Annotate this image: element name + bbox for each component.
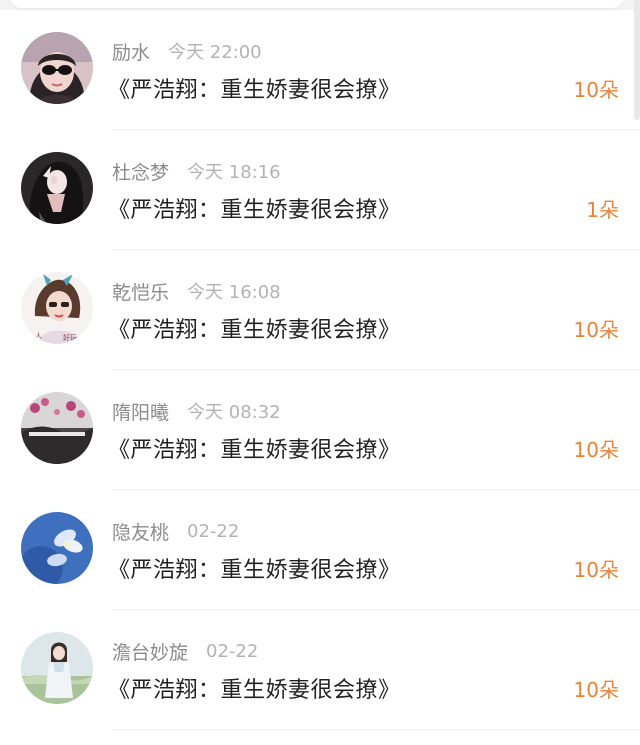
avatar[interactable] [21,632,93,704]
avatar[interactable] [21,32,93,104]
username[interactable]: 隋阳曦 [112,398,169,425]
avatar-blue-flower-icon [21,512,93,584]
book-title[interactable]: 《严浩翔：重生娇妻很会撩》 [108,312,401,344]
avatar[interactable] [21,512,93,584]
username[interactable]: 杜念梦 [112,158,169,185]
meta-line: 澹台妙旋 02-22 [112,638,258,664]
gift-amount: 10朵 [573,438,619,462]
gift-amount: 10朵 [573,318,619,342]
meta-line: 隋阳曦 今天 08:32 [112,398,281,424]
avatar[interactable]: 好玩 人 [21,272,93,344]
book-title[interactable]: 《严浩翔：重生娇妻很会撩》 [108,432,401,464]
book-title[interactable]: 《严浩翔：重生娇妻很会撩》 [108,552,401,584]
avatar-bow-girl-icon: 好玩 人 [21,272,93,344]
meta-line: 隐友桃 02-22 [112,518,239,544]
timestamp: 今天 22:00 [168,42,262,63]
list-item[interactable]: 励水 今天 22:00 《严浩翔：重生娇妻很会撩》 10朵 [0,10,640,130]
username[interactable]: 乾恺乐 [112,278,169,305]
list-item[interactable]: 好玩 人 乾恺乐 今天 16:08 《严浩翔：重生娇妻很会撩》 10朵 [0,250,640,370]
gift-list: 励水 今天 22:00 《严浩翔：重生娇妻很会撩》 10朵 杜念梦 今天 18:… [0,10,640,730]
svg-text:好玩: 好玩 [63,333,77,342]
list-item[interactable]: 杜念梦 今天 18:16 《严浩翔：重生娇妻很会撩》 1朵 [0,130,640,250]
meta-line: 乾恺乐 今天 16:08 [112,278,281,304]
username[interactable]: 澹台妙旋 [112,638,188,665]
list-item[interactable]: 隐友桃 02-22 《严浩翔：重生娇妻很会撩》 10朵 [0,490,640,610]
top-card [10,0,624,8]
avatar-sunglasses-girl-icon [21,32,93,104]
top-card-edge [0,0,640,10]
timestamp: 今天 18:16 [187,162,281,183]
book-title[interactable]: 《严浩翔：重生娇妻很会撩》 [108,672,401,704]
gift-amount: 10朵 [573,78,619,102]
svg-text:人: 人 [35,332,42,340]
gift-amount: 10朵 [573,558,619,582]
avatar-field-girl-icon [21,632,93,704]
meta-line: 杜念梦 今天 18:16 [112,158,281,184]
gift-amount: 10朵 [573,678,619,702]
username[interactable]: 励水 [112,38,150,65]
divider [112,729,640,730]
list-item[interactable]: 澹台妙旋 02-22 《严浩翔：重生娇妻很会撩》 10朵 [0,610,640,730]
avatar-flowers-bw-icon [21,392,93,464]
meta-line: 励水 今天 22:00 [112,38,262,64]
avatar-dark-hair-girl-icon [21,152,93,224]
timestamp: 02-22 [187,520,240,542]
list-item[interactable]: 隋阳曦 今天 08:32 《严浩翔：重生娇妻很会撩》 10朵 [0,370,640,490]
avatar[interactable] [21,392,93,464]
username[interactable]: 隐友桃 [112,518,169,545]
timestamp: 今天 16:08 [187,282,281,303]
gift-amount: 1朵 [586,198,619,222]
timestamp: 今天 08:32 [187,402,281,423]
book-title[interactable]: 《严浩翔：重生娇妻很会撩》 [108,72,401,104]
book-title[interactable]: 《严浩翔：重生娇妻很会撩》 [108,192,401,224]
timestamp: 02-22 [206,640,259,662]
avatar[interactable] [21,152,93,224]
